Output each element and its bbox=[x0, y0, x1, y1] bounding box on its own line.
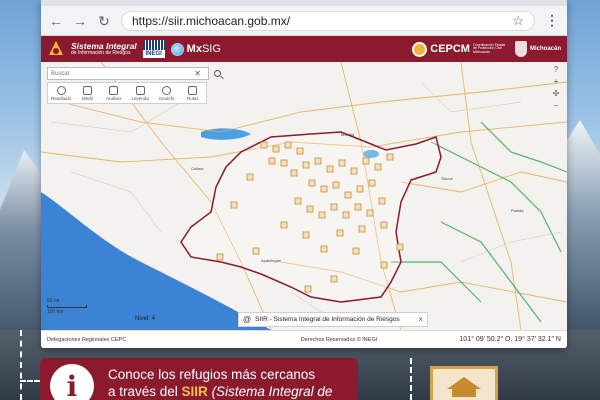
info-banner: i Conoce los refugios más cercanos a tra… bbox=[40, 358, 358, 400]
tool-rutas[interactable]: Rutas bbox=[180, 85, 206, 101]
siir-title[interactable]: Sistema Integral de Información de Riesg… bbox=[71, 42, 137, 56]
cepcm-label: CEPCM bbox=[430, 43, 470, 55]
siir-title-sub: de Información de Riesgos bbox=[71, 49, 131, 56]
status-copyright: Derechos Reservados © INEGI bbox=[300, 336, 378, 343]
svg-text:Colima: Colima bbox=[191, 166, 204, 171]
pan-icon[interactable]: ✣ bbox=[553, 90, 560, 98]
status-bar: Delegaciones Regionales CEPC Derechos Re… bbox=[41, 330, 567, 348]
inegi-label: INEGI bbox=[145, 51, 162, 57]
attribution-text: SIIR - Sistema Integral de Información d… bbox=[255, 316, 400, 323]
map-search-box[interactable]: Buscar ✕ bbox=[47, 67, 209, 80]
map-canvas[interactable]: Morelia Colima Toluca Apatzingán Puebla … bbox=[41, 62, 567, 330]
tool-label: Geoinfo bbox=[158, 95, 175, 101]
mxsig-sig: SIG bbox=[201, 43, 221, 55]
michoacan-label: Michoacán bbox=[529, 46, 561, 52]
attribution-icon: @ bbox=[243, 315, 252, 324]
zoom-out-button[interactable]: − bbox=[554, 102, 559, 110]
address-bar[interactable]: https://siir.michoacan.gob.mx/ ☆ bbox=[121, 10, 535, 31]
map-toolbar: Resultado Medir Análisis Leyenda Geoinfo… bbox=[47, 82, 207, 104]
globe-icon bbox=[161, 85, 171, 95]
cepcm-sublabel: Coordinación Estatal de Protección Civil… bbox=[472, 42, 506, 54]
url-text: https://siir.michoacan.gob.mx/ bbox=[132, 13, 291, 28]
search-icon bbox=[56, 85, 66, 95]
mxsig-mx: Mx bbox=[186, 43, 202, 55]
banner-line-2: a través del SIIR (Sistema Integral de bbox=[108, 383, 332, 400]
globe-icon bbox=[170, 42, 184, 56]
tool-resultado[interactable]: Resultado bbox=[48, 85, 74, 101]
site-header: Sistema Integral de Información de Riesg… bbox=[41, 36, 567, 62]
clear-icon[interactable]: ✕ bbox=[194, 69, 201, 78]
ruler-icon bbox=[82, 85, 92, 95]
map-search-button[interactable] bbox=[211, 67, 224, 80]
browser-toolbar: ← → ↻ https://siir.michoacan.gob.mx/ ☆ ⋮ bbox=[41, 6, 567, 36]
scale-bar: 50 mi 100 km bbox=[47, 298, 87, 315]
zoom-controls: ? + ✣ − bbox=[551, 66, 561, 110]
tool-label: Rutas bbox=[186, 95, 199, 101]
svg-text:Apatzingán: Apatzingán bbox=[261, 258, 281, 263]
siir-logo-icon[interactable] bbox=[47, 40, 65, 58]
status-layer-label[interactable]: Delegaciones Regionales CEPC bbox=[47, 337, 217, 343]
house-icon bbox=[447, 377, 481, 397]
close-icon[interactable]: × bbox=[418, 315, 423, 324]
tool-label: Análisis bbox=[106, 95, 122, 101]
dashed-line bbox=[20, 380, 40, 382]
back-arrow-icon[interactable]: ← bbox=[49, 14, 63, 28]
tool-label: Leyenda bbox=[131, 95, 149, 101]
svg-text:Puebla: Puebla bbox=[511, 208, 524, 213]
svg-text:Morelia: Morelia bbox=[341, 132, 355, 137]
analysis-icon bbox=[109, 85, 119, 95]
cepcm-badge-icon bbox=[412, 41, 428, 57]
mxsig-logo[interactable]: MxSIG bbox=[170, 42, 221, 56]
route-icon bbox=[188, 85, 198, 95]
banner-italic: (Sistema Integral de bbox=[207, 384, 333, 399]
info-icon: i bbox=[50, 364, 94, 400]
map-search-input[interactable]: Buscar bbox=[51, 71, 194, 77]
scale-top-label: 50 mi bbox=[47, 298, 60, 304]
banner-highlight: SIIR bbox=[181, 384, 208, 399]
help-button[interactable]: ? bbox=[554, 66, 558, 74]
tool-label: Resultado bbox=[51, 95, 72, 101]
banner-text: Conoce los refugios más cercanos a travé… bbox=[108, 366, 332, 400]
dashed-line bbox=[410, 358, 412, 400]
tool-label: Medir bbox=[81, 95, 94, 101]
svg-text:Toluca: Toluca bbox=[441, 176, 453, 181]
search-icon bbox=[214, 70, 221, 77]
bookmark-star-icon[interactable]: ☆ bbox=[512, 13, 524, 29]
shelter-house-icon bbox=[430, 366, 498, 400]
zoom-in-button[interactable]: + bbox=[554, 78, 559, 86]
scale-bottom-label: 100 km bbox=[47, 309, 64, 315]
banner-line-1: Conoce los refugios más cercanos bbox=[108, 367, 316, 382]
tool-geoinfo[interactable]: Geoinfo bbox=[153, 85, 179, 101]
attribution-bar: @ SIIR - Sistema Integral de Información… bbox=[238, 312, 428, 327]
tool-leyenda[interactable]: Leyenda bbox=[127, 85, 153, 101]
tool-analisis[interactable]: Análisis bbox=[101, 85, 127, 101]
banner-line-2-pre: a través del bbox=[108, 384, 182, 399]
dashed-line bbox=[20, 330, 22, 400]
status-coordinates: 101° 09' 50.2" O, 19° 37' 32.1" N bbox=[459, 336, 561, 343]
reload-icon[interactable]: ↻ bbox=[97, 14, 111, 28]
inegi-logo[interactable]: INEGI bbox=[142, 40, 165, 58]
state-boundary bbox=[180, 131, 442, 303]
zoom-level: Nivel: 4 bbox=[135, 316, 156, 322]
michoacan-logo[interactable]: Michoacán bbox=[514, 41, 561, 57]
legend-icon bbox=[135, 85, 145, 95]
browser-window: ← → ↻ https://siir.michoacan.gob.mx/ ☆ ⋮… bbox=[41, 0, 567, 348]
browser-menu-icon[interactable]: ⋮ bbox=[545, 12, 559, 29]
cepcm-logo[interactable]: CEPCM Coordinación Estatal de Protección… bbox=[412, 41, 509, 57]
tool-medir[interactable]: Medir bbox=[74, 85, 100, 101]
crest-icon bbox=[514, 41, 527, 57]
forward-arrow-icon[interactable]: → bbox=[73, 14, 87, 28]
